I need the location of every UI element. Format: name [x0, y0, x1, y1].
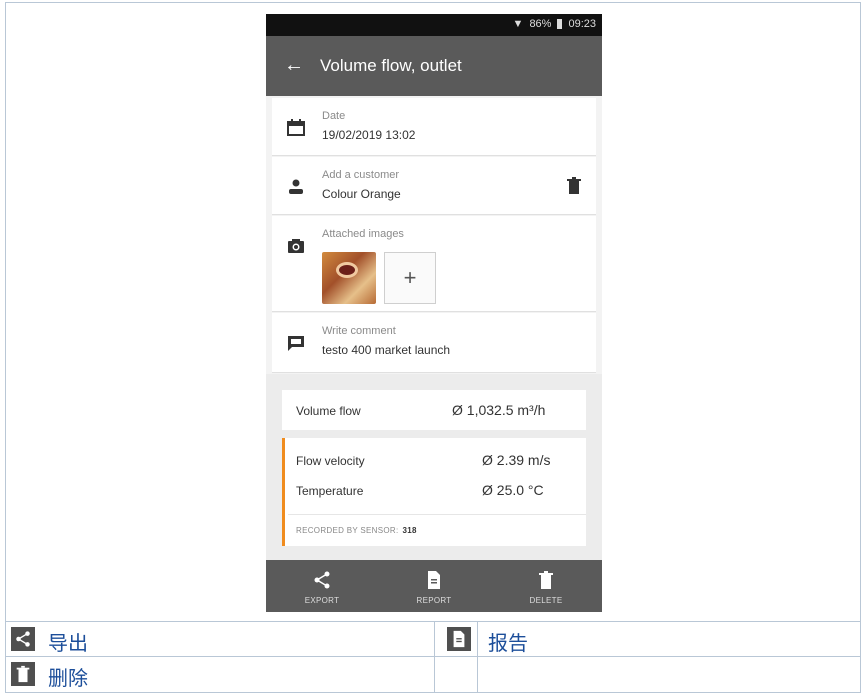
back-arrow-icon[interactable]: ← — [284, 54, 304, 77]
delete-button[interactable]: DELETE — [490, 560, 602, 612]
results-section: Volume flow Ø 1,032.5 m³/h Flow velocity… — [266, 374, 602, 574]
add-image-button[interactable]: + — [384, 252, 436, 304]
sensor-accent-bar — [282, 438, 285, 546]
attached-images-label: Attached images — [322, 228, 404, 240]
image-thumbnail[interactable] — [322, 252, 376, 304]
calendar-icon — [287, 119, 305, 136]
bottom-action-bar: EXPORT REPORT DELETE — [266, 560, 602, 612]
document-icon — [447, 627, 471, 651]
comment-value: testo 400 market launch — [322, 343, 451, 357]
report-button[interactable]: REPORT — [378, 560, 490, 612]
flow-velocity-name: Flow velocity — [296, 454, 365, 468]
document-icon — [428, 571, 440, 589]
camera-icon — [288, 239, 304, 253]
share-icon — [11, 627, 35, 651]
date-row[interactable]: Date 19/02/2019 13:02 — [272, 98, 596, 156]
volume-flow-value: Ø 1,032.5 m³/h — [452, 402, 546, 418]
person-icon — [289, 179, 303, 194]
page-title: Volume flow, outlet — [320, 56, 462, 75]
sensor-id: 318 — [402, 526, 417, 535]
export-button[interactable]: EXPORT — [266, 560, 378, 612]
trash-icon[interactable] — [566, 177, 582, 195]
volume-flow-name: Volume flow — [296, 404, 361, 418]
temperature-name: Temperature — [296, 484, 364, 498]
sensor-info: RECORDED BY SENSOR: 318 — [296, 526, 417, 535]
customer-label: Add a customer — [322, 169, 400, 181]
share-icon — [314, 571, 330, 589]
customer-value: Colour Orange — [322, 187, 401, 201]
delete-label: DELETE — [529, 596, 563, 605]
legend-row: 导出 报告 — [6, 622, 860, 657]
status-bar: ▼ 86% 09:23 — [266, 14, 602, 36]
customer-row[interactable]: Add a customer Colour Orange — [272, 157, 596, 215]
icon-legend-table: 导出 报告 删除 — [5, 621, 861, 693]
date-value: 19/02/2019 13:02 — [322, 128, 416, 142]
trash-icon — [11, 662, 35, 686]
comment-label: Write comment — [322, 325, 396, 337]
trash-icon — [539, 571, 553, 589]
report-label: REPORT — [416, 596, 452, 605]
sensor-results-card: Flow velocity Ø 2.39 m/s Temperature Ø 2… — [282, 438, 586, 546]
wifi-icon: ▼ — [512, 18, 524, 30]
comment-icon — [288, 336, 304, 351]
export-label: EXPORT — [304, 596, 340, 605]
app-bar: ← Volume flow, outlet — [266, 36, 602, 96]
legend-export-label: 导出 — [48, 631, 88, 655]
battery-icon — [557, 19, 563, 29]
temperature-value: Ø 25.0 °C — [482, 482, 544, 498]
comment-row[interactable]: Write comment testo 400 market launch — [272, 313, 596, 373]
phone-screen: ▼ 86% 09:23 ← Volume flow, outlet Date 1… — [266, 14, 602, 612]
battery-level: 86% — [529, 18, 552, 30]
legend-row: 删除 — [6, 657, 860, 692]
flow-velocity-value: Ø 2.39 m/s — [482, 452, 551, 468]
volume-flow-result: Volume flow Ø 1,032.5 m³/h — [282, 390, 586, 430]
sensor-label: RECORDED BY SENSOR: — [296, 526, 399, 535]
legend-report-label: 报告 — [488, 631, 528, 655]
legend-delete-label: 删除 — [48, 666, 88, 690]
date-label: Date — [322, 110, 346, 122]
clock: 09:23 — [568, 18, 596, 30]
attached-images-row: Attached images + — [272, 216, 596, 312]
